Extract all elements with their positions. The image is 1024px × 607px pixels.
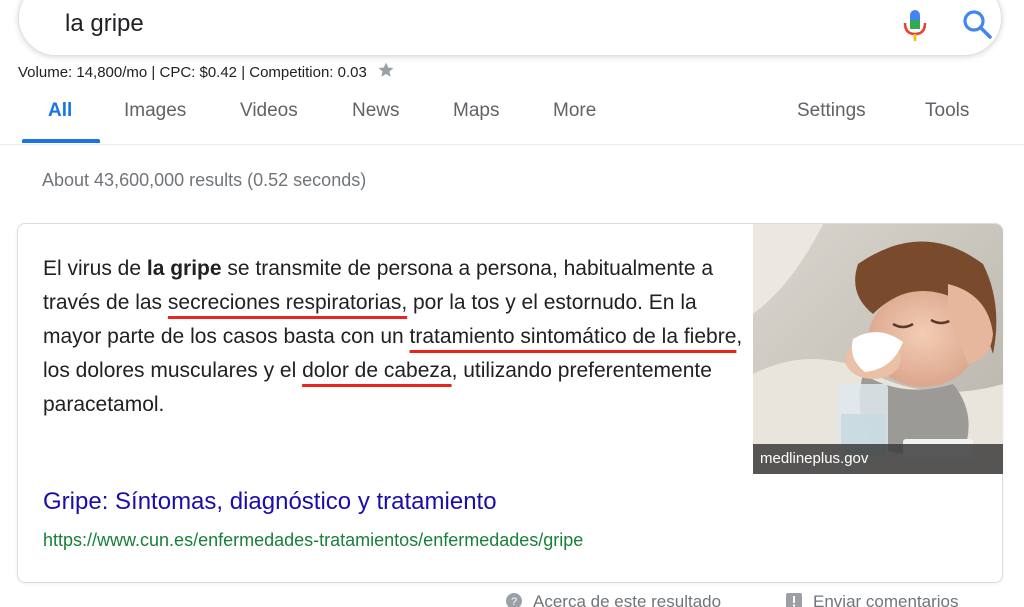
search-tabs: All Images Videos News Maps More Setting… [0,92,1024,144]
highlight-secreciones: secreciones respiratorias, [167,291,408,314]
tab-more[interactable]: More [553,100,596,122]
featured-snippet: El virus de la gripe se transmite de per… [17,223,1003,583]
tab-news[interactable]: News [352,100,400,122]
search-input[interactable] [65,7,825,41]
settings-link[interactable]: Settings [797,100,866,122]
active-tab-indicator [22,139,100,143]
about-result-link[interactable]: ? Acerca de este resultado [505,592,721,607]
microphone-icon[interactable] [902,8,928,42]
result-title-link[interactable]: Gripe: Síntomas, diagnóstico y tratamien… [43,488,497,516]
tab-videos[interactable]: Videos [240,100,298,122]
feedback-link[interactable]: Enviar comentarios [785,592,959,607]
snippet-text: El virus de la gripe se transmite de per… [43,252,743,422]
help-icon: ? [505,592,523,607]
result-url[interactable]: https://www.cun.es/enfermedades-tratamie… [43,530,583,551]
feedback-label: Enviar comentarios [813,592,959,607]
snippet-text-part: El virus de [43,257,147,280]
svg-text:?: ? [511,596,517,607]
image-caption: medlineplus.gov [753,444,1003,474]
highlight-tratamiento: tratamiento sintomático de la fiebre [409,325,737,348]
about-result-label: Acerca de este resultado [533,592,722,607]
tab-maps[interactable]: Maps [453,100,499,122]
keyword-stats-text: Volume: 14,800/mo | CPC: $0.42 | Competi… [18,64,367,81]
snippet-image[interactable]: medlineplus.gov [753,224,1003,474]
tools-link[interactable]: Tools [925,100,969,122]
tab-images[interactable]: Images [124,100,186,122]
tab-all[interactable]: All [48,100,72,122]
snippet-bold-term: la gripe [146,257,222,280]
tabs-divider [0,144,1024,145]
search-results-page: Volume: 14,800/mo | CPC: $0.42 | Competi… [0,0,1024,607]
sick-woman-photo [753,224,1003,474]
star-icon[interactable] [377,61,395,79]
highlight-dolor-cabeza: dolor de cabeza [302,359,452,382]
result-stats: About 43,600,000 results (0.52 seconds) [42,170,367,190]
feedback-icon [785,592,803,607]
search-box [18,0,1002,56]
search-icon[interactable] [961,8,993,40]
keyword-stats: Volume: 14,800/mo | CPC: $0.42 | Competi… [18,61,395,81]
